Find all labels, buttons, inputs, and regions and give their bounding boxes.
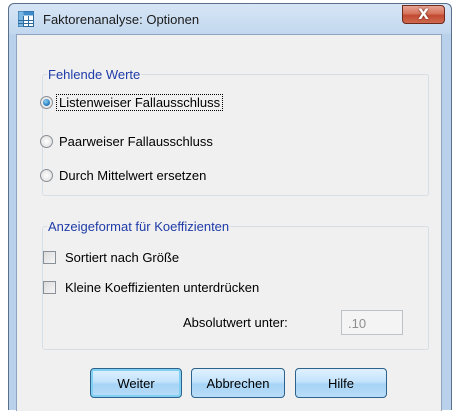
checkbox-sort-by-size[interactable]: Sortiert nach Größe	[43, 250, 179, 265]
spss-table-icon	[18, 11, 34, 27]
coefficient-display-legend: Anzeigeformat für Koeffizienten	[48, 219, 230, 234]
suppress-small-label: Kleine Koeffizienten unterdrücken	[65, 280, 260, 295]
help-button[interactable]: Hilfe	[295, 368, 387, 398]
window-title: Faktorenanalyse: Optionen	[43, 12, 200, 27]
radio-unselected-icon	[40, 169, 53, 182]
dialog-client-area: Fehlende Werte Listenweiser Fallausschlu…	[16, 34, 442, 411]
sort-by-size-label: Sortiert nach Größe	[65, 250, 180, 265]
close-icon: X	[418, 6, 429, 23]
radio-pairwise-exclusion[interactable]: Paarweiser Fallausschluss	[40, 134, 213, 149]
continue-button[interactable]: Weiter	[90, 368, 182, 398]
absolute-value-input[interactable]: .10	[341, 310, 403, 335]
absolute-value-label: Absolutwert unter:	[183, 315, 288, 330]
cancel-button[interactable]: Abbrechen	[191, 368, 285, 398]
radio-unselected-icon	[40, 135, 53, 148]
title-bar[interactable]: Faktorenanalyse: Optionen X	[9, 4, 451, 34]
radio-listwise-exclusion[interactable]: Listenweiser Fallausschluss	[40, 94, 224, 111]
checkbox-unchecked-icon	[43, 281, 56, 294]
radio-replace-with-mean[interactable]: Durch Mittelwert ersetzen	[40, 168, 206, 183]
radio-selected-icon	[40, 96, 53, 109]
radio-listwise-label: Listenweiser Fallausschluss	[56, 94, 224, 111]
checkbox-unchecked-icon	[43, 251, 56, 264]
close-button[interactable]: X	[402, 5, 445, 24]
dialog-window: Faktorenanalyse: Optionen X Fehlende Wer…	[8, 3, 452, 411]
radio-pairwise-label: Paarweiser Fallausschluss	[59, 134, 213, 149]
missing-values-legend: Fehlende Werte	[48, 67, 141, 82]
radio-replace-mean-label: Durch Mittelwert ersetzen	[59, 168, 207, 183]
checkbox-suppress-small-coefficients[interactable]: Kleine Koeffizienten unterdrücken	[43, 280, 259, 295]
